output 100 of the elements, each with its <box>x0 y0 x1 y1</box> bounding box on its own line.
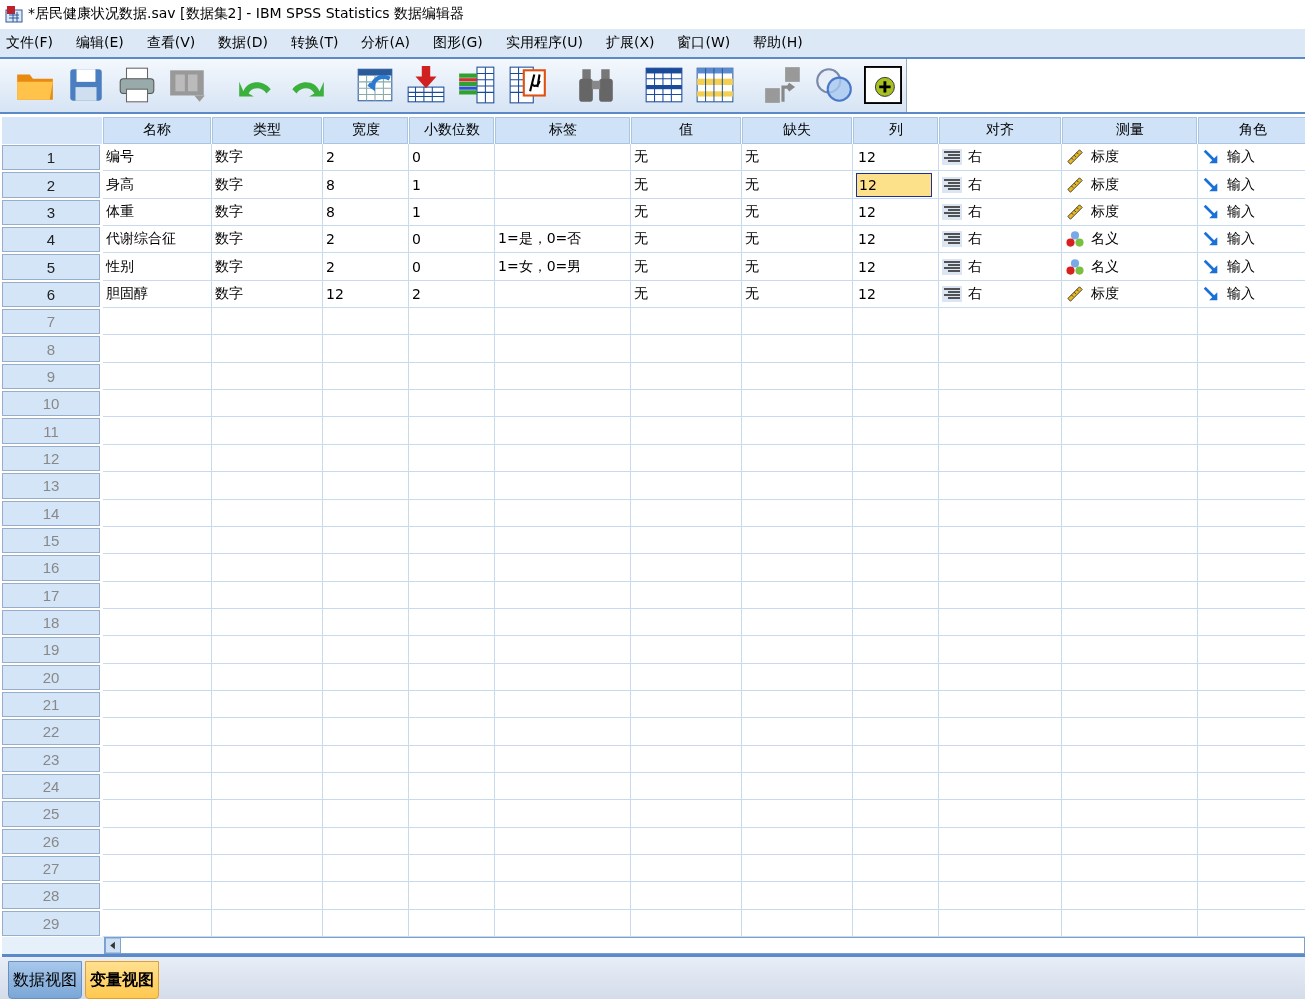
cell-text: 输入 <box>1227 202 1255 221</box>
table-cell: 1=是，0=否 <box>495 226 630 254</box>
cell-text: 右 <box>968 257 982 276</box>
table-cell: 无 <box>631 144 741 172</box>
cell-text: 右 <box>968 148 982 167</box>
cell-text: 12 <box>857 284 877 304</box>
table-cell: 2 <box>323 144 408 172</box>
scroll-left-icon[interactable] <box>105 938 121 953</box>
cell-text: 输入 <box>1227 257 1255 276</box>
table-cell: 无 <box>742 280 852 309</box>
table-cell: 胆固醇 <box>103 280 211 309</box>
table-cell: 2 <box>409 280 494 309</box>
menu-item[interactable]: 扩展(X) <box>605 33 655 52</box>
column-header[interactable]: 对齐 <box>939 116 1061 145</box>
table-cell: 8 <box>323 198 408 227</box>
cell-text: 名义 <box>1091 257 1119 276</box>
menu-item[interactable]: 图形(G) <box>433 33 483 52</box>
menu-item[interactable]: 分析(A) <box>361 33 410 52</box>
align-right-icon <box>942 175 962 194</box>
horizontal-scrollbar[interactable] <box>104 937 1305 954</box>
view-tab[interactable]: 数据视图 <box>8 961 82 999</box>
menu-item[interactable]: 窗口(W) <box>677 33 731 52</box>
column-header[interactable]: 测量 <box>1062 116 1197 145</box>
menu-item[interactable]: 查看(V) <box>146 33 196 52</box>
table-cell: 数字 <box>212 171 322 199</box>
menu-item[interactable]: 编辑(E) <box>76 33 124 52</box>
column-header[interactable]: 名称 <box>103 116 211 145</box>
table-cell: 2 <box>323 253 408 281</box>
cell-text: 12 <box>857 148 877 168</box>
align-right-icon <box>942 257 962 276</box>
table-cell: 编号 <box>103 144 211 172</box>
menu-item[interactable]: 数据(D) <box>218 33 268 52</box>
align-right-icon <box>942 148 962 167</box>
table-cell: 无 <box>631 280 741 309</box>
table-cell: 无 <box>742 198 852 227</box>
table-cell: 无 <box>742 253 852 281</box>
row-header[interactable]: 3 <box>2 199 100 226</box>
table-cell: 无 <box>631 253 741 281</box>
row-header[interactable]: 5 <box>2 254 100 280</box>
cell-text: 右 <box>968 284 982 303</box>
menu-item[interactable]: 转换(T) <box>291 33 339 52</box>
menu-item[interactable]: 帮助(H) <box>753 33 803 52</box>
cell-text: 输入 <box>1227 175 1255 194</box>
cell-text: 标度 <box>1091 284 1119 303</box>
cell-text: 12 <box>857 202 877 222</box>
table-cell: 2 <box>323 226 408 254</box>
column-header[interactable]: 小数位数 <box>409 116 494 145</box>
cell-text: 12 <box>857 230 877 250</box>
column-header[interactable]: 列 <box>853 116 938 145</box>
three-balls-icon <box>1065 230 1085 249</box>
column-header[interactable]: 标签 <box>495 116 630 145</box>
table-cell: 无 <box>742 226 852 254</box>
table-cell: 体重 <box>103 198 211 227</box>
row-header[interactable]: 1 <box>2 145 100 171</box>
table-cell: 1=女，0=男 <box>495 253 630 281</box>
table-cell: 无 <box>631 198 741 227</box>
cell-text: 输入 <box>1227 230 1255 249</box>
menu-item[interactable]: 文件(F) <box>6 33 53 52</box>
cell-text: 标度 <box>1091 175 1119 194</box>
ruler-icon <box>1065 175 1085 194</box>
row-header[interactable]: 2 <box>2 172 100 198</box>
column-header[interactable]: 类型 <box>212 116 322 145</box>
three-balls-icon <box>1065 257 1085 276</box>
cell-text[interactable]: 12 <box>856 172 932 197</box>
cell-text: 标度 <box>1091 202 1119 221</box>
ruler-icon <box>1065 148 1085 167</box>
cell-text: 名义 <box>1091 230 1119 249</box>
table-cell: 数字 <box>212 198 322 227</box>
column-header[interactable]: 宽度 <box>323 116 408 145</box>
add-icon[interactable] <box>864 66 902 105</box>
align-right-icon <box>942 230 962 249</box>
cell-text: 右 <box>968 202 982 221</box>
table-cell: 身高 <box>103 171 211 199</box>
view-tab[interactable]: 变量视图 <box>85 961 159 999</box>
ruler-icon <box>1065 202 1085 221</box>
align-right-icon <box>942 284 962 303</box>
table-cell: 代谢综合征 <box>103 226 211 254</box>
column-header[interactable]: 值 <box>631 116 741 145</box>
table-cell: 无 <box>631 171 741 199</box>
menu-item[interactable]: 实用程序(U) <box>505 33 583 52</box>
table-cell: 8 <box>323 171 408 199</box>
app-icon <box>4 4 24 25</box>
align-right-icon <box>942 202 962 221</box>
column-header[interactable]: 缺失 <box>742 116 852 145</box>
table-cell: 无 <box>742 171 852 199</box>
table-cell: 0 <box>409 226 494 254</box>
ruler-icon <box>1065 284 1085 303</box>
column-header[interactable]: 角色 <box>1198 116 1305 145</box>
value-labels-icon[interactable] <box>507 64 549 107</box>
table-cell: 0 <box>409 253 494 281</box>
cell-text: 右 <box>968 175 982 194</box>
row-header[interactable]: 4 <box>2 227 100 253</box>
table-cell: 1 <box>409 198 494 227</box>
table-cell: 数字 <box>212 226 322 254</box>
row-header[interactable]: 6 <box>2 281 100 308</box>
table-cell: 无 <box>742 144 852 172</box>
table-cell: 数字 <box>212 280 322 309</box>
cell-text: 输入 <box>1227 148 1255 167</box>
table-cell: 数字 <box>212 253 322 281</box>
table-cell: 无 <box>631 226 741 254</box>
